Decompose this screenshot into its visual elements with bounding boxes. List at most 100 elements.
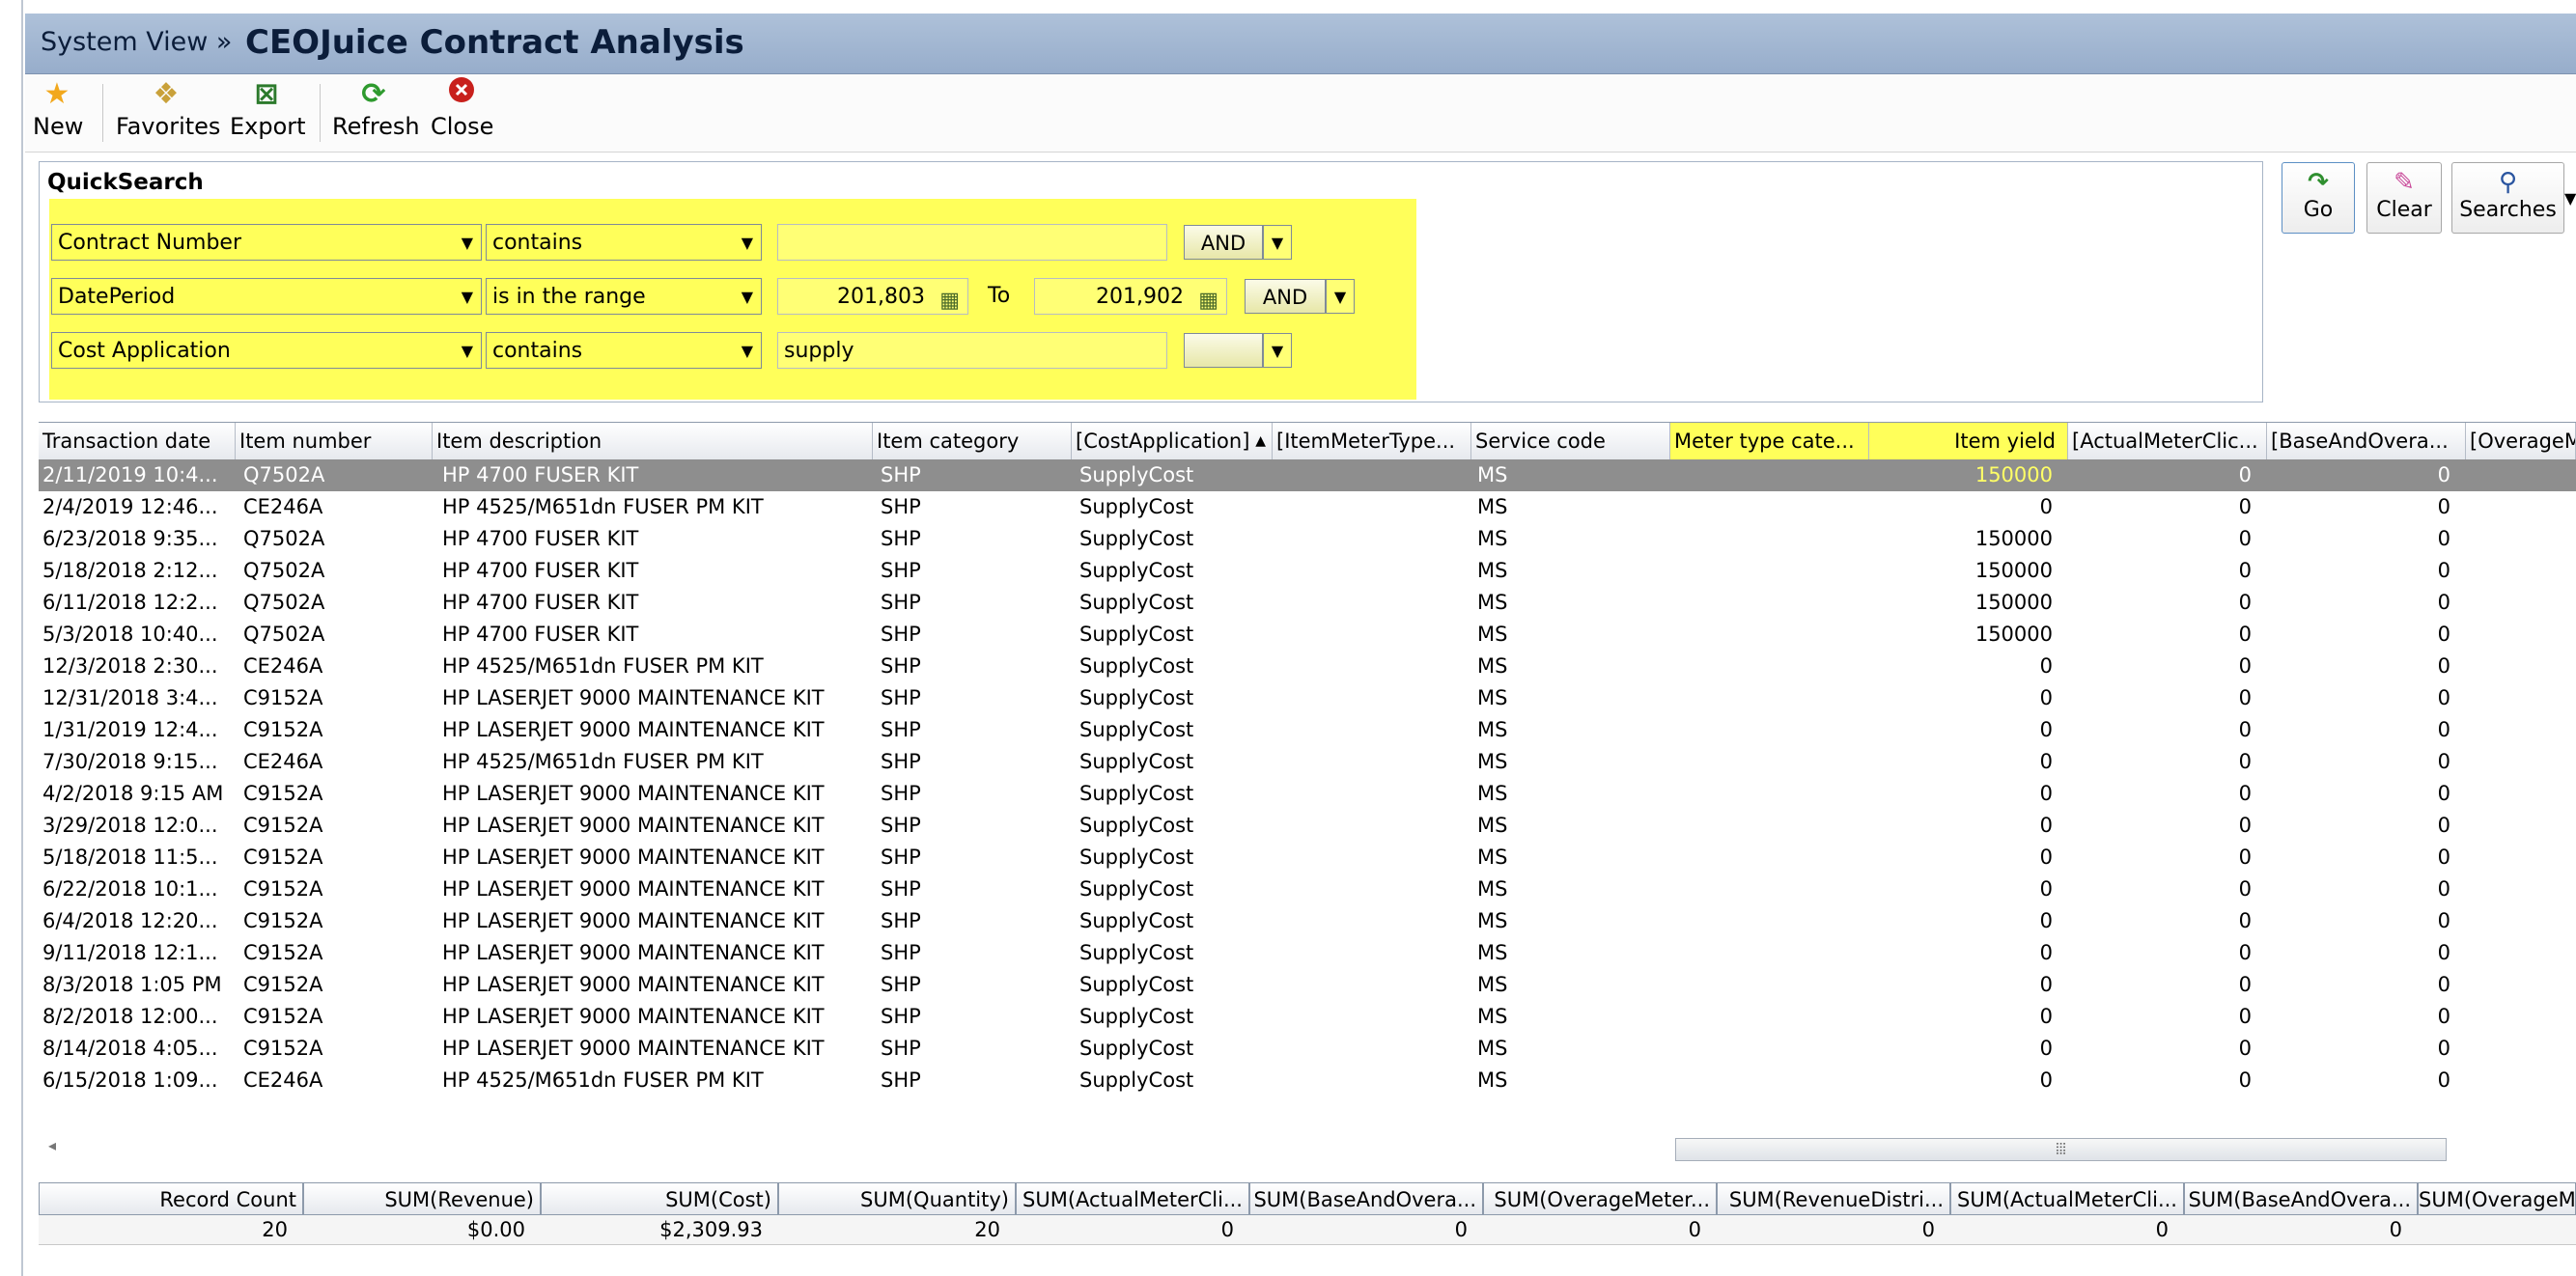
table-row[interactable]: 12/31/2018 3:4... C9152A HP LASERJET 9000 …: [39, 682, 2576, 714]
date-from-input[interactable]: 201,803 ▦: [777, 278, 968, 315]
summary-value: $2,309.93: [659, 1218, 763, 1241]
criteria-operator-select[interactable]: contains ▼: [486, 224, 762, 261]
table-row[interactable]: 8/3/2018 1:05 PM C9152A HP LASERJET 9000 M…: [39, 969, 2576, 1001]
and-button[interactable]: AND: [1184, 225, 1263, 260]
cell-item-number: CE246A: [243, 1068, 323, 1092]
summary-header[interactable]: Record Count: [39, 1182, 303, 1215]
table-row[interactable]: 6/11/2018 12:2... Q7502A HP 4700 FUSER KIT…: [39, 587, 2576, 619]
cell-base-and-overage: 0: [2437, 1005, 2450, 1028]
table-row[interactable]: 12/3/2018 2:30... CE246A HP 4525/M651dn FU…: [39, 651, 2576, 682]
column-header-item-category[interactable]: Item category: [873, 423, 1072, 459]
table-row[interactable]: 5/18/2018 2:12... Q7502A HP 4700 FUSER KIT…: [39, 555, 2576, 587]
summary-header[interactable]: SUM(Quantity): [778, 1182, 1016, 1215]
chevron-down-icon[interactable]: ▼: [1263, 225, 1292, 260]
table-row[interactable]: 6/23/2018 9:35... Q7502A HP 4700 FUSER KIT…: [39, 523, 2576, 555]
table-row[interactable]: 3/29/2018 12:0... C9152A HP LASERJET 9000 …: [39, 810, 2576, 842]
summary-header[interactable]: SUM(BaseAndOvera...: [1249, 1182, 1483, 1215]
calendar-icon[interactable]: ▦: [1198, 283, 1218, 319]
and-button[interactable]: AND: [1245, 279, 1326, 314]
criteria-field-select[interactable]: DatePeriod ▼: [51, 278, 482, 315]
cell-item-description: HP 4700 FUSER KIT: [442, 623, 639, 646]
table-row[interactable]: 5/18/2018 11:5... C9152A HP LASERJET 9000 …: [39, 842, 2576, 874]
cell-actual-meter-clicks: 0: [2238, 527, 2252, 550]
criteria-field-select[interactable]: Cost Application ▼: [51, 332, 482, 369]
table-row[interactable]: 2/11/2019 10:4... Q7502A HP 4700 FUSER KIT…: [39, 459, 2576, 491]
cell-item-category: SHP: [881, 1037, 921, 1060]
new-button[interactable]: ★ New: [33, 76, 83, 148]
go-button[interactable]: ↷ Go: [2282, 162, 2355, 234]
summary-header[interactable]: SUM(ActualMeterCli...: [1016, 1182, 1249, 1215]
calendar-icon[interactable]: ▦: [939, 283, 960, 319]
column-header-transaction-date[interactable]: Transaction date: [39, 423, 236, 459]
cell-cost-application: SupplyCost: [1079, 941, 1194, 964]
table-row[interactable]: 4/2/2018 9:15 AM C9152A HP LASERJET 9000 M…: [39, 778, 2576, 810]
cell-item-category: SHP: [881, 527, 921, 550]
table-row[interactable]: 1/31/2019 12:4... C9152A HP LASERJET 9000 …: [39, 714, 2576, 746]
column-header-meter-type-category[interactable]: Meter type cate...: [1670, 423, 1869, 459]
summary-header[interactable]: SUM(OverageMeter...: [1483, 1182, 1717, 1215]
chevron-down-icon: ▼: [741, 342, 753, 360]
column-header-base-and-overage[interactable]: [BaseAndOvera...: [2267, 423, 2466, 459]
cell-actual-meter-clicks: 0: [2238, 559, 2252, 582]
conjunction-select[interactable]: [1184, 333, 1263, 368]
close-button[interactable]: Close: [431, 76, 493, 148]
table-row[interactable]: 6/4/2018 12:20... C9152A HP LASERJET 9000 …: [39, 905, 2576, 937]
cell-item-number: C9152A: [243, 877, 323, 901]
summary-header[interactable]: SUM(Cost): [541, 1182, 778, 1215]
table-row[interactable]: 6/22/2018 10:1... C9152A HP LASERJET 9000 …: [39, 874, 2576, 905]
breadcrumb[interactable]: System View »: [41, 27, 232, 57]
column-header-item-meter-type[interactable]: [ItemMeterType...: [1273, 423, 1471, 459]
chevron-down-icon[interactable]: ▼: [1263, 333, 1292, 368]
cell-item-number: C9152A: [243, 909, 323, 932]
column-header-service-code[interactable]: Service code: [1471, 423, 1670, 459]
cell-base-and-overage: 0: [2437, 750, 2450, 773]
cell-item-number: Q7502A: [243, 591, 325, 614]
chevron-down-icon: ▼: [461, 342, 473, 360]
favorites-button[interactable]: ❖ Favorites: [116, 76, 220, 148]
column-header-cost-application[interactable]: [CostApplication] ▲: [1072, 423, 1273, 459]
summary-header[interactable]: SUM(BaseAndOvera...: [2184, 1182, 2418, 1215]
summary-header[interactable]: SUM(RevenueDistri...: [1717, 1182, 1950, 1215]
column-header-item-number[interactable]: Item number: [236, 423, 433, 459]
summary-header[interactable]: SUM(ActualMeterCli...: [1950, 1182, 2184, 1215]
date-to-input[interactable]: 201,902 ▦: [1034, 278, 1227, 315]
criteria-operator-select[interactable]: is in the range ▼: [486, 278, 762, 315]
column-header-item-yield[interactable]: Item yield: [1869, 423, 2068, 459]
cell-cost-application: SupplyCost: [1079, 1037, 1194, 1060]
toolbar-divider: [102, 84, 103, 142]
export-button[interactable]: ⊠ Export: [230, 76, 306, 148]
cell-item-description: HP LASERJET 9000 MAINTENANCE KIT: [442, 941, 825, 964]
column-header-overage-meter[interactable]: [OverageM: [2466, 423, 2576, 459]
criteria-operator-select[interactable]: contains ▼: [486, 332, 762, 369]
chevron-down-icon[interactable]: ▼: [2564, 189, 2576, 208]
table-row[interactable]: 6/15/2018 1:09... CE246A HP 4525/M651dn FU…: [39, 1065, 2576, 1096]
table-row[interactable]: 8/2/2018 12:00... C9152A HP LASERJET 9000 …: [39, 1001, 2576, 1033]
table-row[interactable]: 8/14/2018 4:05... C9152A HP LASERJET 9000 …: [39, 1033, 2576, 1065]
cell-service-code: MS: [1477, 654, 1508, 678]
column-header-item-description[interactable]: Item description: [433, 423, 873, 459]
table-row[interactable]: 9/11/2018 12:1... C9152A HP LASERJET 9000 …: [39, 937, 2576, 969]
chevron-down-icon[interactable]: ▼: [1326, 279, 1355, 314]
cost-application-input[interactable]: supply: [777, 332, 1167, 369]
table-row[interactable]: 7/30/2018 9:15... CE246A HP 4525/M651dn FU…: [39, 746, 2576, 778]
column-header-actual-meter-clicks[interactable]: [ActualMeterClic...: [2068, 423, 2267, 459]
summary-header[interactable]: SUM(Revenue): [303, 1182, 541, 1215]
refresh-button[interactable]: ⟳ Refresh: [332, 76, 420, 148]
horizontal-scrollbar[interactable]: ◂ ⦙⦙⦙: [39, 1134, 2576, 1163]
criteria-field-select[interactable]: Contract Number ▼: [51, 224, 482, 261]
export-label: Export: [230, 113, 306, 140]
cell-item-description: HP LASERJET 9000 MAINTENANCE KIT: [442, 686, 825, 709]
cell-item-description: HP 4700 FUSER KIT: [442, 591, 639, 614]
searches-label: Searches: [2459, 198, 2557, 222]
summary-header[interactable]: SUM(OverageMe: [2418, 1182, 2576, 1215]
table-row[interactable]: 2/4/2019 12:46... CE246A HP 4525/M651dn FU…: [39, 491, 2576, 523]
contract-number-input[interactable]: [777, 224, 1167, 261]
cell-item-yield: 0: [2039, 846, 2053, 869]
scroll-left-icon[interactable]: ◂: [48, 1136, 56, 1154]
refresh-icon: ⟳: [361, 77, 386, 111]
chevron-down-icon: ▼: [461, 234, 473, 252]
searches-button[interactable]: ⚲ Searches: [2451, 162, 2564, 234]
clear-button[interactable]: ✎ Clear: [2366, 162, 2442, 234]
table-row[interactable]: 5/3/2018 10:40... Q7502A HP 4700 FUSER KIT…: [39, 619, 2576, 651]
scrollbar-thumb[interactable]: ⦙⦙⦙: [1675, 1138, 2447, 1161]
